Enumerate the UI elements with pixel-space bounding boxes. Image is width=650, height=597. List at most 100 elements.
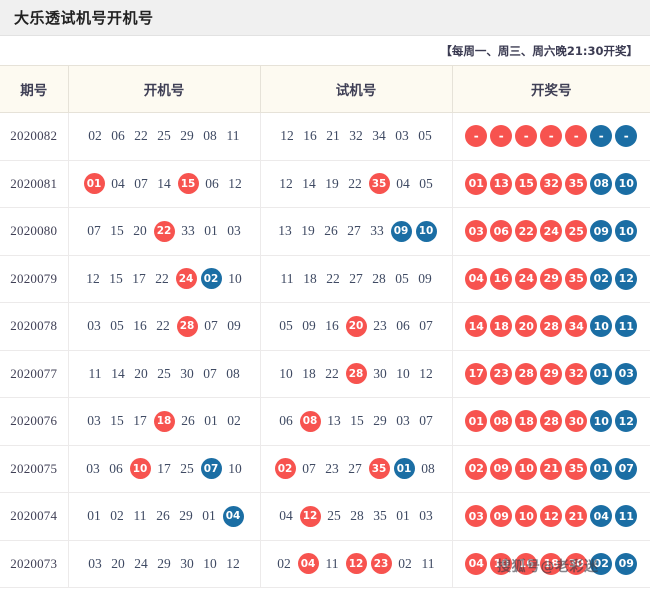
cell-open-numbers[interactable]: 11 14 20 25 30 07 08 <box>68 350 261 398</box>
number-ball-red: 35 <box>565 267 588 290</box>
number-plain: 16 <box>303 128 317 144</box>
cell-open-numbers[interactable]: 03 06 10 17 25 07 10 <box>68 445 261 493</box>
table-row[interactable]: 2020074 01 02 11 26 29 01 04 04 12 25 28 35 01 03 03 09 1… <box>0 492 650 541</box>
number-plain: 29 <box>157 555 171 571</box>
number-ball-red: 13 <box>490 172 513 195</box>
number-ball-blue: 09 <box>390 220 412 242</box>
cell-period[interactable]: 2020081 <box>0 160 69 208</box>
number-ball-blue: 01 <box>590 362 613 385</box>
cell-draw-numbers[interactable]: 01 13 15 32 35 08 10 <box>452 160 650 208</box>
cell-draw-numbers[interactable]: 14 18 20 28 34 10 11 <box>452 302 650 351</box>
open-number-list: 03 05 16 22 28 07 09 <box>73 315 256 337</box>
number-plain: 17 <box>157 460 171 476</box>
table-row[interactable]: 2020073 03 20 24 29 30 10 12 02 04 11 12 23 02 11 04 10 1… <box>0 540 650 588</box>
cell-draw-numbers[interactable]: ------- <box>452 112 650 161</box>
number-plain: 15 <box>350 413 364 429</box>
cell-period[interactable]: 2020073 <box>0 540 69 588</box>
cell-open-numbers[interactable]: 03 05 16 22 28 07 09 <box>68 302 261 351</box>
number-plain: 29 <box>373 413 387 429</box>
cell-test-numbers[interactable]: 05 09 16 20 23 06 07 <box>260 302 453 351</box>
cell-test-numbers[interactable]: 02 07 23 27 35 01 08 <box>260 445 453 493</box>
table-row[interactable]: 2020078 03 05 16 22 28 07 09 05 09 16 20 23 06 07 14 18 2… <box>0 302 650 351</box>
table-row[interactable]: 2020075 03 06 10 17 25 07 10 02 07 23 27 35 01 08 02 09 1… <box>0 445 650 493</box>
number-plain: 15 <box>110 223 124 239</box>
open-number-list: 11 14 20 25 30 07 08 <box>73 363 256 385</box>
cell-draw-numbers[interactable]: 01 08 18 28 30 10 12 <box>452 397 650 446</box>
cell-draw-numbers[interactable]: 02 09 10 21 35 01 07 <box>452 445 650 493</box>
cell-period[interactable]: 2020074 <box>0 492 69 541</box>
cell-period[interactable]: 2020080 <box>0 207 69 256</box>
cell-period[interactable]: 2020077 <box>0 350 69 398</box>
number-ball-red: 09 <box>490 457 513 480</box>
cell-open-numbers[interactable]: 03 20 24 29 30 10 12 <box>68 540 261 588</box>
cell-draw-numbers[interactable]: 17 23 28 29 32 01 03 <box>452 350 650 398</box>
cell-test-numbers[interactable]: 04 12 25 28 35 01 03 <box>260 492 453 541</box>
number-plain: 12 <box>228 175 242 191</box>
number-ball-red: 24 <box>540 220 563 243</box>
number-plain: 25 <box>180 460 194 476</box>
cell-period[interactable]: 2020078 <box>0 302 69 351</box>
cell-test-numbers[interactable]: 13 19 26 27 33 09 10 <box>260 207 453 256</box>
number-ball-red: 06 <box>490 220 513 243</box>
number-plain: 22 <box>325 365 339 381</box>
number-ball-red: - <box>515 125 538 148</box>
cell-test-numbers[interactable]: 06 08 13 15 29 03 07 <box>260 397 453 446</box>
cell-open-numbers[interactable]: 01 02 11 26 29 01 04 <box>68 492 261 541</box>
number-ball-blue: 04 <box>590 505 613 528</box>
number-ball-red: - <box>565 125 588 148</box>
number-plain: 10 <box>228 270 242 286</box>
open-number-list: 07 15 20 22 33 01 03 <box>73 220 256 242</box>
cell-test-numbers[interactable]: 11 18 22 27 28 05 09 <box>260 255 453 303</box>
table-row[interactable]: 2020077 11 14 20 25 30 07 08 10 18 22 28 30 10 12 17 23 2… <box>0 350 650 398</box>
number-plain: 19 <box>325 175 339 191</box>
number-ball-blue: - <box>615 125 638 148</box>
number-plain: 07 <box>302 460 316 476</box>
number-plain: 14 <box>111 365 125 381</box>
number-plain: 13 <box>327 413 341 429</box>
number-plain: 11 <box>226 128 240 144</box>
cell-open-numbers[interactable]: 02 06 22 25 29 08 11 <box>68 112 261 161</box>
cell-draw-numbers[interactable]: 04 16 24 29 35 02 12 <box>452 255 650 303</box>
draw-number-list: 04 16 24 29 35 02 12 <box>457 267 647 290</box>
cell-period[interactable]: 2020075 <box>0 445 69 493</box>
number-ball-red: 18 <box>540 552 563 575</box>
table-row[interactable]: 2020082 02 06 22 25 29 08 11 12 16 21 32 34 03 05- - - - -… <box>0 112 650 161</box>
cell-test-numbers[interactable]: 02 04 11 12 23 02 11 <box>260 540 453 588</box>
cell-test-numbers[interactable]: 12 16 21 32 34 03 05 <box>260 112 453 161</box>
cell-draw-numbers[interactable]: 03 06 22 24 25 09 10 <box>452 207 650 256</box>
cell-test-numbers[interactable]: 12 14 19 22 35 04 05 <box>260 160 453 208</box>
cell-open-numbers[interactable]: 07 15 20 22 33 01 03 <box>68 207 261 256</box>
number-plain: 11 <box>133 508 147 524</box>
number-ball-red: 34 <box>565 315 588 338</box>
draw-number-list: 03 09 10 12 21 04 11 <box>457 505 647 528</box>
cell-open-numbers[interactable]: 12 15 17 22 24 02 10 <box>68 255 261 303</box>
number-ball-red: 12 <box>345 553 367 575</box>
cell-open-numbers[interactable]: 01 04 07 14 15 06 12 <box>68 160 261 208</box>
number-plain: 07 <box>203 365 217 381</box>
table-row[interactable]: 2020076 03 15 17 18 26 01 02 06 08 13 15 29 03 07 01 08 1… <box>0 397 650 446</box>
number-plain: 06 <box>111 128 125 144</box>
number-plain: 01 <box>396 508 410 524</box>
number-plain: 02 <box>398 555 412 571</box>
cell-period[interactable]: 2020079 <box>0 255 69 303</box>
table-row[interactable]: 2020081 01 04 07 14 15 06 12 12 14 19 22 35 04 05 01 13 1… <box>0 160 650 208</box>
number-plain: 10 <box>228 460 242 476</box>
cell-test-numbers[interactable]: 10 18 22 28 30 10 12 <box>260 350 453 398</box>
number-ball-blue: 07 <box>615 457 638 480</box>
cell-period[interactable]: 2020076 <box>0 397 69 446</box>
number-plain: 18 <box>302 365 316 381</box>
test-number-list: 12 14 19 22 35 04 05 <box>265 173 448 195</box>
number-ball-red: 28 <box>515 362 538 385</box>
cell-period[interactable]: 2020082 <box>0 112 69 161</box>
number-plain: 30 <box>373 365 387 381</box>
cell-open-numbers[interactable]: 03 15 17 18 26 01 02 <box>68 397 261 446</box>
number-ball-blue: 04 <box>222 505 244 527</box>
cell-draw-numbers[interactable]: 04 10 16 18 30 02 09 <box>452 540 650 588</box>
number-plain: 03 <box>88 555 102 571</box>
table-row[interactable]: 2020080 07 15 20 22 33 01 03 13 19 26 27 33 09 10 03 06 2… <box>0 207 650 256</box>
test-number-list: 02 04 11 12 23 02 11 <box>265 553 448 575</box>
table-row[interactable]: 2020079 12 15 17 22 24 02 10 11 18 22 27 28 05 09 04 16 2… <box>0 255 650 303</box>
cell-draw-numbers[interactable]: 03 09 10 12 21 04 11 <box>452 492 650 541</box>
number-ball-red: 02 <box>465 457 488 480</box>
draw-number-list: 14 18 20 28 34 10 11 <box>457 315 647 338</box>
